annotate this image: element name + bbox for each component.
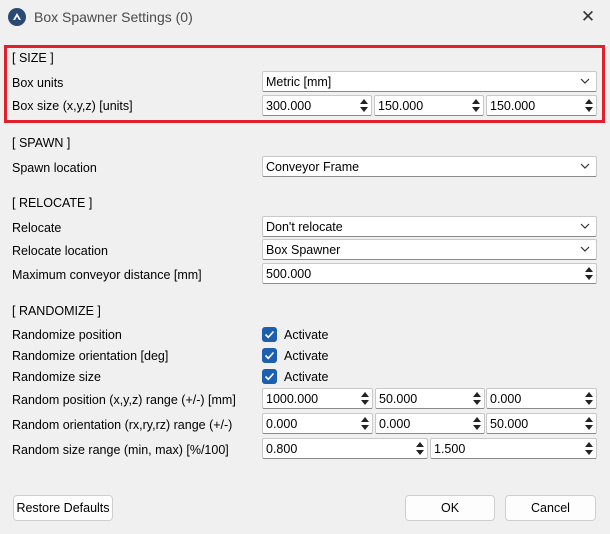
spawn-location-label: Spawn location <box>12 161 97 175</box>
close-icon[interactable]: ✕ <box>578 7 598 27</box>
spawn-location-select[interactable]: Conveyor Frame <box>262 156 597 177</box>
relocate-value: Don't relocate <box>266 220 343 234</box>
position-range-y-value: 50.000 <box>379 392 418 406</box>
box-size-label: Box size (x,y,z) [units] <box>12 99 133 113</box>
orientation-range-rz-value: 50.000 <box>490 417 529 431</box>
orientation-range-ry-value: 0.000 <box>379 417 411 431</box>
relocate-select[interactable]: Don't relocate <box>262 216 597 237</box>
check-icon <box>264 351 275 360</box>
spinner-arrows-icon[interactable] <box>359 415 371 432</box>
spinner-arrows-icon[interactable] <box>471 390 483 407</box>
randomize-heading: [ RANDOMIZE ] <box>12 304 101 318</box>
spawn-heading: [ SPAWN ] <box>12 136 71 150</box>
box-size-y-value: 150.000 <box>378 99 424 113</box>
chevron-down-icon <box>580 78 590 84</box>
box-size-y-input[interactable]: 150.000 <box>374 95 484 116</box>
relocate-location-label: Relocate location <box>12 244 108 258</box>
app-logo-icon <box>8 8 26 26</box>
position-range-label: Random position (x,y,z) range (+/-) [mm] <box>12 393 236 407</box>
max-distance-input[interactable]: 500.000 <box>262 263 597 284</box>
ok-button[interactable]: OK <box>405 495 495 521</box>
position-range-y-input[interactable]: 50.000 <box>375 388 485 409</box>
cancel-button[interactable]: Cancel <box>505 495 596 521</box>
spinner-arrows-icon[interactable] <box>359 390 371 407</box>
spinner-arrows-icon[interactable] <box>414 440 426 457</box>
size-range-label: Random size range (min, max) [%/100] <box>12 443 229 457</box>
box-units-value: Metric [mm] <box>266 75 332 89</box>
spinner-arrows-icon[interactable] <box>358 97 370 114</box>
orientation-range-rx-value: 0.000 <box>266 417 298 431</box>
spawn-location-value: Conveyor Frame <box>266 160 360 174</box>
randomize-orientation-activate-label: Activate <box>284 349 329 363</box>
max-distance-value: 500.000 <box>266 267 312 281</box>
relocate-location-value: Box Spawner <box>266 243 341 257</box>
spinner-arrows-icon[interactable] <box>471 415 483 432</box>
spinner-arrows-icon[interactable] <box>583 440 595 457</box>
orientation-range-rz-input[interactable]: 50.000 <box>486 413 597 434</box>
spinner-arrows-icon[interactable] <box>583 415 595 432</box>
spinner-arrows-icon[interactable] <box>583 265 595 282</box>
check-icon <box>264 372 275 381</box>
orientation-range-label: Random orientation (rx,ry,rz) range (+/-… <box>12 418 233 432</box>
size-range-max-input[interactable]: 1.500 <box>430 438 597 459</box>
orientation-range-ry-input[interactable]: 0.000 <box>375 413 485 434</box>
box-size-x-input[interactable]: 300.000 <box>262 95 372 116</box>
box-size-z-value: 150.000 <box>490 99 536 113</box>
box-units-label: Box units <box>12 76 64 90</box>
size-range-max-value: 1.500 <box>434 442 466 456</box>
relocate-heading: [ RELOCATE ] <box>12 196 93 210</box>
randomize-size-label: Randomize size <box>12 370 101 384</box>
randomize-size-activate-label: Activate <box>284 370 329 384</box>
position-range-z-value: 0.000 <box>490 392 522 406</box>
relocate-location-select[interactable]: Box Spawner <box>262 239 597 260</box>
position-range-x-value: 1000.000 <box>266 392 319 406</box>
restore-defaults-button[interactable]: Restore Defaults <box>13 495 113 521</box>
randomize-position-label: Randomize position <box>12 328 122 342</box>
chevron-down-icon <box>580 163 590 169</box>
title-bar: Box Spawner Settings (0) ✕ <box>0 0 610 34</box>
randomize-size-checkbox[interactable] <box>262 369 277 384</box>
spinner-arrows-icon[interactable] <box>583 97 595 114</box>
max-distance-label: Maximum conveyor distance [mm] <box>12 268 202 282</box>
spinner-arrows-icon[interactable] <box>583 390 595 407</box>
size-heading: [ SIZE ] <box>12 51 54 65</box>
chevron-down-icon <box>580 223 590 229</box>
randomize-orientation-checkbox[interactable] <box>262 348 277 363</box>
randomize-orientation-label: Randomize orientation [deg] <box>12 349 169 363</box>
randomize-position-checkbox[interactable] <box>262 327 277 342</box>
randomize-position-activate-label: Activate <box>284 328 329 342</box>
box-size-x-value: 300.000 <box>266 99 312 113</box>
relocate-label: Relocate <box>12 221 62 235</box>
chevron-down-icon <box>580 246 590 252</box>
box-units-select[interactable]: Metric [mm] <box>262 71 597 92</box>
size-range-min-value: 0.800 <box>266 442 298 456</box>
orientation-range-rx-input[interactable]: 0.000 <box>262 413 373 434</box>
size-range-min-input[interactable]: 0.800 <box>262 438 428 459</box>
box-size-z-input[interactable]: 150.000 <box>486 95 597 116</box>
window-title: Box Spawner Settings (0) <box>34 9 193 25</box>
check-icon <box>264 330 275 339</box>
spinner-arrows-icon[interactable] <box>470 97 482 114</box>
position-range-z-input[interactable]: 0.000 <box>486 388 597 409</box>
position-range-x-input[interactable]: 1000.000 <box>262 388 373 409</box>
